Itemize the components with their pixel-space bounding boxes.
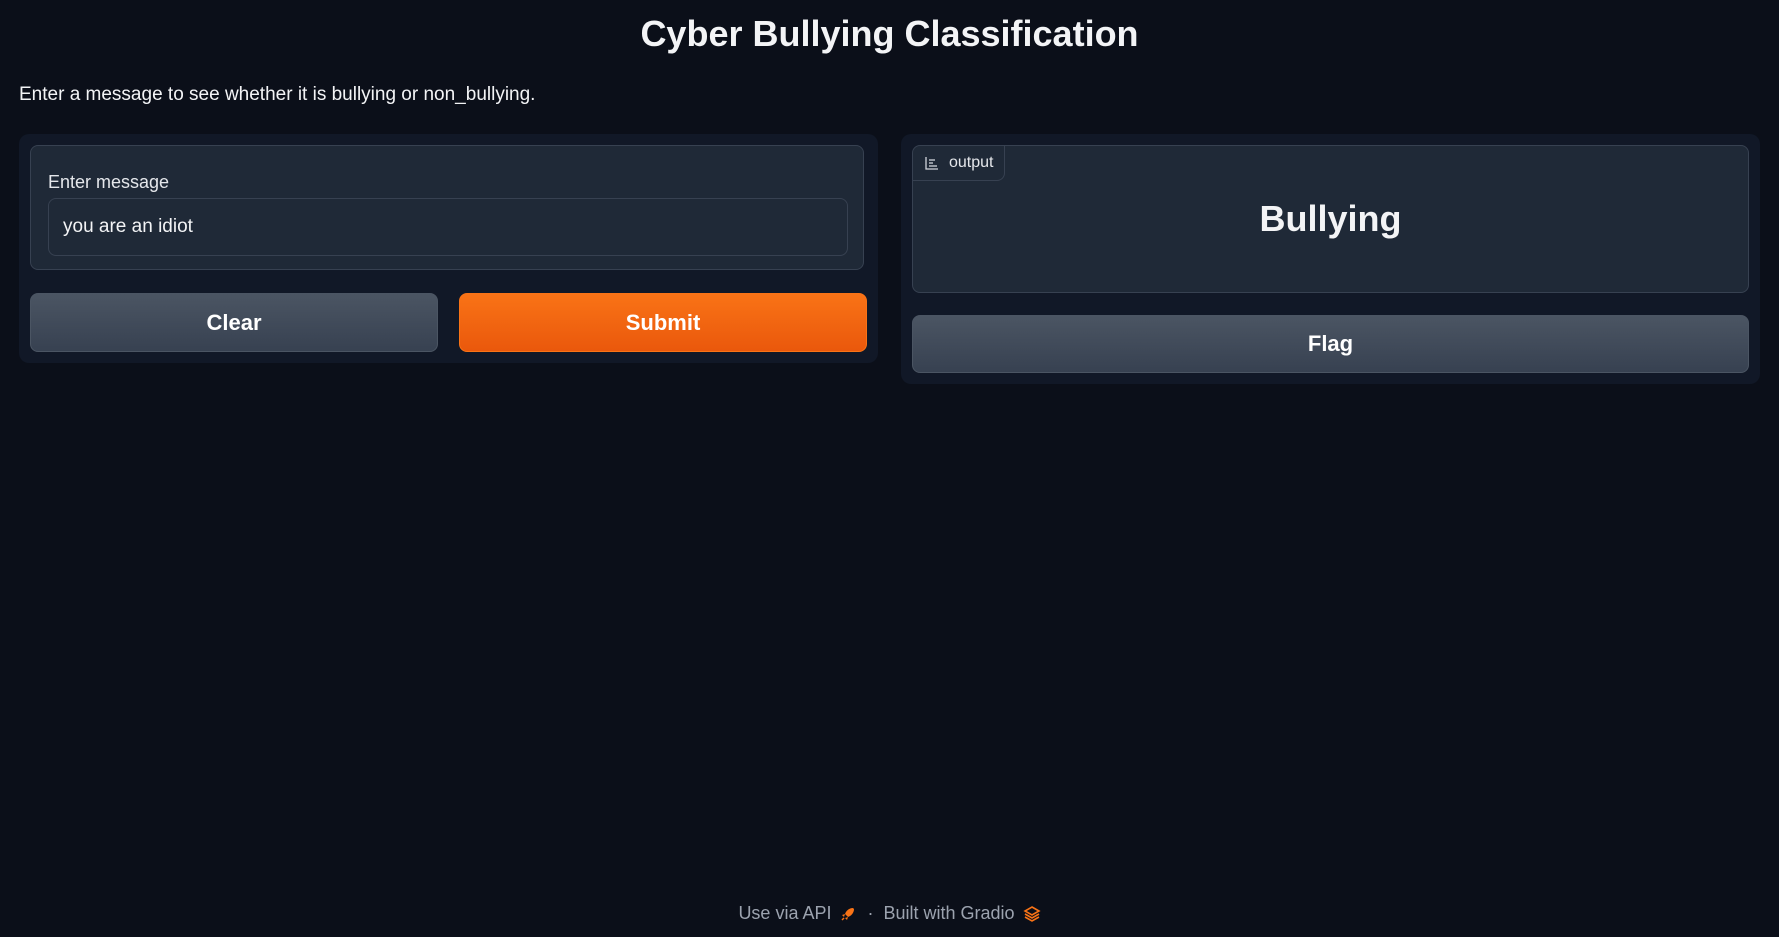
output-label-tag: output	[913, 146, 1006, 181]
built-with-gradio-link[interactable]: Built with Gradio	[883, 903, 1041, 924]
submit-button[interactable]: Submit	[459, 293, 867, 352]
rocket-icon	[841, 907, 855, 921]
gradio-logo-icon	[1022, 905, 1041, 922]
footer: Use via API · Built with Gradio	[0, 903, 1779, 924]
output-panel: output Bullying Flag	[901, 134, 1760, 384]
flag-button[interactable]: Flag	[912, 315, 1749, 373]
gradio-app: Cyber Bullying Classification Enter a me…	[0, 0, 1779, 937]
message-input[interactable]	[48, 198, 848, 256]
use-via-api-label: Use via API	[738, 903, 832, 923]
output-block: output Bullying	[912, 145, 1749, 293]
bar-chart-icon	[925, 157, 938, 170]
built-with-gradio-label: Built with Gradio	[883, 903, 1015, 923]
clear-button[interactable]: Clear	[30, 293, 438, 352]
page-description: Enter a message to see whether it is bul…	[19, 84, 536, 105]
message-input-label: Enter message	[48, 172, 170, 192]
output-value: Bullying	[1259, 198, 1402, 239]
footer-separator: ·	[867, 903, 874, 923]
output-label: output	[949, 154, 994, 171]
input-panel: Enter message Clear Submit	[19, 134, 878, 363]
message-input-block: Enter message	[30, 145, 864, 270]
use-via-api-link[interactable]: Use via API	[738, 903, 857, 924]
page-title: Cyber Bullying Classification	[640, 13, 1139, 54]
